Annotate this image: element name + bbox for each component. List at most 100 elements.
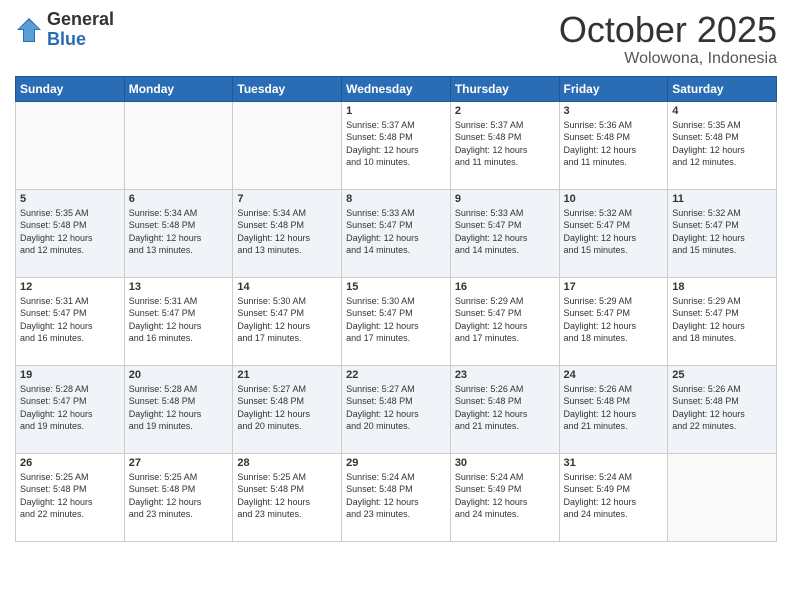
logo-text: General Blue: [47, 10, 114, 50]
calendar-cell: 18 Sunrise: 5:29 AMSunset: 5:47 PMDayligh…: [668, 277, 777, 365]
calendar-cell: 9 Sunrise: 5:33 AMSunset: 5:47 PMDaylight…: [450, 189, 559, 277]
calendar-cell: 2Sunrise: 5:37 AMSunset: 5:48 PMDaylight…: [450, 101, 559, 189]
calendar-cell: 29Sunrise: 5:24 AMSunset: 5:48 PMDayligh…: [342, 453, 451, 541]
calendar-cell: 17Sunrise: 5:29 AMSunset: 5:47 PMDayligh…: [559, 277, 668, 365]
day-number: 6: [129, 193, 229, 205]
logo: General Blue: [15, 10, 114, 50]
day-number: 26: [20, 457, 120, 469]
day-number: 2: [455, 105, 555, 117]
day-number: 22: [346, 369, 446, 381]
col-friday: Friday: [559, 76, 668, 101]
calendar-cell: 1Sunrise: 5:37 AMSunset: 5:48 PMDaylight…: [342, 101, 451, 189]
calendar-week-4: 19 Sunrise: 5:28 AMSunset: 5:47 PMDayligh…: [16, 365, 777, 453]
calendar-cell: 22 Sunrise: 5:27 AMSunset: 5:48 PMDayligh…: [342, 365, 451, 453]
calendar-cell: 15 Sunrise: 5:30 AMSunset: 5:47 PMDayligh…: [342, 277, 451, 365]
header: General Blue October 2025 Wolowona, Indo…: [15, 10, 777, 68]
day-number: 31: [564, 457, 664, 469]
day-number: 11: [672, 193, 772, 205]
calendar-week-2: 5Sunrise: 5:35 AMSunset: 5:48 PMDaylight…: [16, 189, 777, 277]
day-info: Sunrise: 5:25 AMSunset: 5:48 PMDaylight:…: [20, 471, 120, 521]
day-info: Sunrise: 5:25 AMSunset: 5:48 PMDaylight:…: [129, 471, 229, 521]
day-info: Sunrise: 5:29 AMSunset: 5:47 PMDaylight:…: [672, 295, 772, 345]
calendar-cell: 3 Sunrise: 5:36 AMSunset: 5:48 PMDaylight…: [559, 101, 668, 189]
day-number: 15: [346, 281, 446, 293]
day-info: Sunrise: 5:24 AMSunset: 5:49 PMDaylight:…: [455, 471, 555, 521]
calendar-cell: 30 Sunrise: 5:24 AMSunset: 5:49 PMDayligh…: [450, 453, 559, 541]
calendar-cell: [16, 101, 125, 189]
day-number: 18: [672, 281, 772, 293]
day-number: 9: [455, 193, 555, 205]
day-number: 25: [672, 369, 772, 381]
title-block: October 2025 Wolowona, Indonesia: [559, 10, 777, 68]
day-info: Sunrise: 5:32 AMSunset: 5:47 PMDaylight:…: [672, 207, 772, 257]
day-number: 13: [129, 281, 229, 293]
calendar-cell: 7Sunrise: 5:34 AMSunset: 5:48 PMDaylight…: [233, 189, 342, 277]
day-info: Sunrise: 5:25 AMSunset: 5:48 PMDaylight:…: [237, 471, 337, 521]
calendar-cell: [668, 453, 777, 541]
calendar-header-row: Sunday Monday Tuesday Wednesday Thursday…: [16, 76, 777, 101]
calendar-cell: 24Sunrise: 5:26 AMSunset: 5:48 PMDayligh…: [559, 365, 668, 453]
logo-blue: Blue: [47, 30, 114, 50]
calendar-cell: 6 Sunrise: 5:34 AMSunset: 5:48 PMDaylight…: [124, 189, 233, 277]
day-info: Sunrise: 5:30 AMSunset: 5:47 PMDaylight:…: [346, 295, 446, 345]
day-number: 27: [129, 457, 229, 469]
calendar-week-3: 12 Sunrise: 5:31 AMSunset: 5:47 PMDayligh…: [16, 277, 777, 365]
day-info: Sunrise: 5:27 AMSunset: 5:48 PMDaylight:…: [237, 383, 337, 433]
calendar-cell: 31 Sunrise: 5:24 AMSunset: 5:49 PMDayligh…: [559, 453, 668, 541]
day-info: Sunrise: 5:35 AMSunset: 5:48 PMDaylight:…: [672, 119, 772, 169]
day-info: Sunrise: 5:30 AMSunset: 5:47 PMDaylight:…: [237, 295, 337, 345]
day-number: 23: [455, 369, 555, 381]
day-number: 3: [564, 105, 664, 117]
calendar-cell: 27 Sunrise: 5:25 AMSunset: 5:48 PMDayligh…: [124, 453, 233, 541]
day-number: 8: [346, 193, 446, 205]
col-wednesday: Wednesday: [342, 76, 451, 101]
col-tuesday: Tuesday: [233, 76, 342, 101]
day-info: Sunrise: 5:34 AMSunset: 5:48 PMDaylight:…: [129, 207, 229, 257]
day-number: 30: [455, 457, 555, 469]
calendar-week-1: 1Sunrise: 5:37 AMSunset: 5:48 PMDaylight…: [16, 101, 777, 189]
day-info: Sunrise: 5:24 AMSunset: 5:49 PMDaylight:…: [564, 471, 664, 521]
day-info: Sunrise: 5:27 AMSunset: 5:48 PMDaylight:…: [346, 383, 446, 433]
day-info: Sunrise: 5:26 AMSunset: 5:48 PMDaylight:…: [455, 383, 555, 433]
calendar-cell: 10Sunrise: 5:32 AMSunset: 5:47 PMDayligh…: [559, 189, 668, 277]
calendar-cell: 4 Sunrise: 5:35 AMSunset: 5:48 PMDaylight…: [668, 101, 777, 189]
day-number: 10: [564, 193, 664, 205]
calendar-cell: 14Sunrise: 5:30 AMSunset: 5:47 PMDayligh…: [233, 277, 342, 365]
day-info: Sunrise: 5:33 AMSunset: 5:47 PMDaylight:…: [455, 207, 555, 257]
calendar-cell: 28 Sunrise: 5:25 AMSunset: 5:48 PMDayligh…: [233, 453, 342, 541]
day-info: Sunrise: 5:28 AMSunset: 5:48 PMDaylight:…: [129, 383, 229, 433]
calendar-cell: 12 Sunrise: 5:31 AMSunset: 5:47 PMDayligh…: [16, 277, 125, 365]
col-thursday: Thursday: [450, 76, 559, 101]
day-info: Sunrise: 5:26 AMSunset: 5:48 PMDaylight:…: [672, 383, 772, 433]
calendar-cell: 26 Sunrise: 5:25 AMSunset: 5:48 PMDayligh…: [16, 453, 125, 541]
day-number: 28: [237, 457, 337, 469]
col-monday: Monday: [124, 76, 233, 101]
day-info: Sunrise: 5:33 AMSunset: 5:47 PMDaylight:…: [346, 207, 446, 257]
logo-icon: [15, 16, 43, 44]
day-info: Sunrise: 5:34 AMSunset: 5:48 PMDaylight:…: [237, 207, 337, 257]
day-number: 17: [564, 281, 664, 293]
calendar-cell: [233, 101, 342, 189]
calendar-week-5: 26 Sunrise: 5:25 AMSunset: 5:48 PMDayligh…: [16, 453, 777, 541]
day-info: Sunrise: 5:28 AMSunset: 5:47 PMDaylight:…: [20, 383, 120, 433]
day-info: Sunrise: 5:36 AMSunset: 5:48 PMDaylight:…: [564, 119, 664, 169]
day-number: 5: [20, 193, 120, 205]
calendar-cell: 19 Sunrise: 5:28 AMSunset: 5:47 PMDayligh…: [16, 365, 125, 453]
calendar-cell: 20Sunrise: 5:28 AMSunset: 5:48 PMDayligh…: [124, 365, 233, 453]
calendar-cell: 5Sunrise: 5:35 AMSunset: 5:48 PMDaylight…: [16, 189, 125, 277]
day-info: Sunrise: 5:31 AMSunset: 5:47 PMDaylight:…: [20, 295, 120, 345]
location: Wolowona, Indonesia: [559, 50, 777, 68]
day-info: Sunrise: 5:24 AMSunset: 5:48 PMDaylight:…: [346, 471, 446, 521]
col-saturday: Saturday: [668, 76, 777, 101]
calendar-cell: 21Sunrise: 5:27 AMSunset: 5:48 PMDayligh…: [233, 365, 342, 453]
calendar-cell: 11 Sunrise: 5:32 AMSunset: 5:47 PMDayligh…: [668, 189, 777, 277]
day-number: 12: [20, 281, 120, 293]
day-number: 4: [672, 105, 772, 117]
calendar-table: Sunday Monday Tuesday Wednesday Thursday…: [15, 76, 777, 542]
logo-general: General: [47, 10, 114, 30]
day-info: Sunrise: 5:37 AMSunset: 5:48 PMDaylight:…: [346, 119, 446, 169]
day-number: 19: [20, 369, 120, 381]
day-number: 24: [564, 369, 664, 381]
page: General Blue October 2025 Wolowona, Indo…: [0, 0, 792, 612]
day-info: Sunrise: 5:31 AMSunset: 5:47 PMDaylight:…: [129, 295, 229, 345]
